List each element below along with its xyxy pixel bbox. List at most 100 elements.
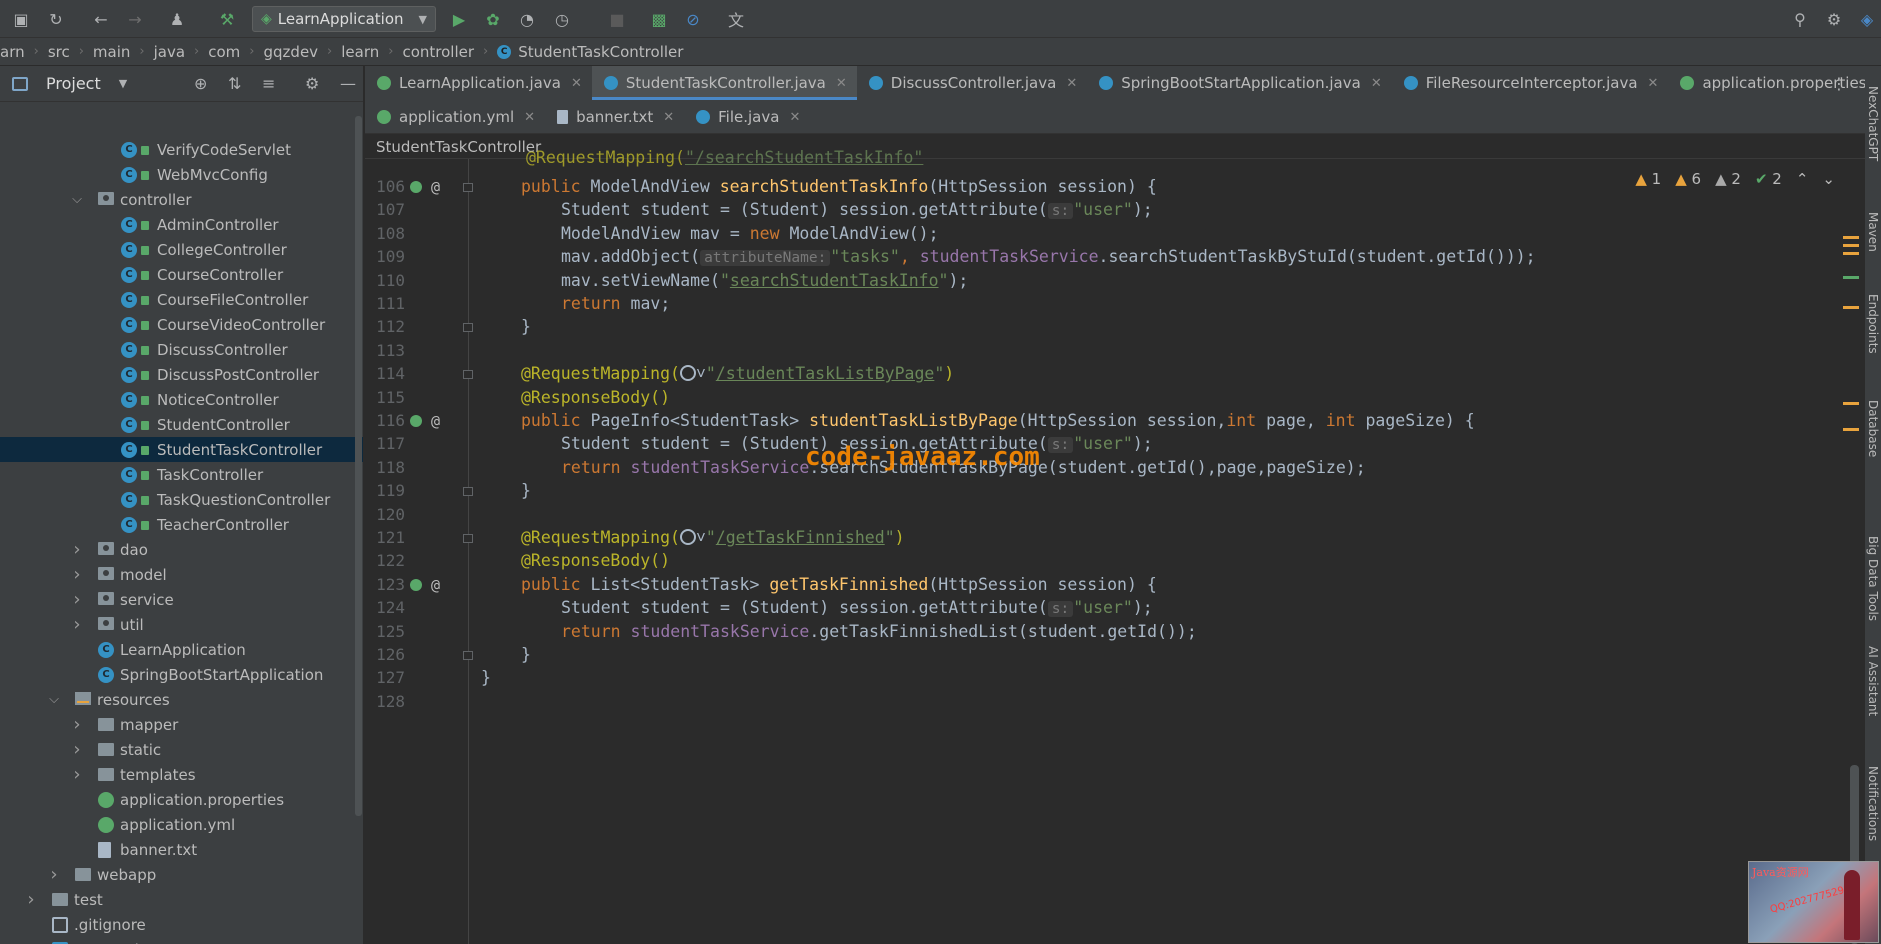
close-icon[interactable]: ✕ [1066, 76, 1077, 91]
tree-item[interactable]: .gitignore [0, 912, 363, 937]
tree-item[interactable]: › util [0, 612, 363, 637]
translate-icon[interactable]: 文 [725, 8, 747, 30]
fold-marker-icon[interactable] [463, 323, 473, 333]
chevron-right-icon[interactable]: › [24, 889, 38, 910]
chevron-right-icon[interactable]: › [47, 864, 61, 885]
editor-tab[interactable]: StudentTaskController.java ✕ [591, 66, 857, 100]
breadcrumb-item[interactable]: src [48, 43, 70, 61]
editor-tab[interactable]: File.java ✕ [684, 100, 810, 134]
user-icon[interactable]: ♟ [166, 8, 188, 30]
debug-icon[interactable]: ✿ [482, 8, 504, 30]
tree-item[interactable]: AdminController [0, 212, 363, 237]
close-icon[interactable]: ✕ [1648, 76, 1659, 91]
warning-marker[interactable] [1843, 236, 1859, 239]
chevron-right-icon[interactable]: › [70, 739, 84, 760]
warning-marker[interactable] [1843, 244, 1859, 247]
close-icon[interactable]: ✕ [524, 110, 535, 125]
plugin-icon[interactable]: ◈ [1856, 8, 1878, 30]
tree-item[interactable]: TaskQuestionController [0, 487, 363, 512]
more-tabs-icon[interactable]: ⋮ [1831, 74, 1847, 93]
code-area[interactable]: @RequestMapping("/searchStudentTaskInfo"… [365, 148, 1865, 944]
fold-marker-icon[interactable] [463, 370, 473, 380]
chevron-down-icon[interactable]: ⌵ [47, 692, 61, 707]
editor-tab[interactable]: SpringBootStartApplication.java ✕ [1087, 66, 1392, 100]
project-tree-scrollbar[interactable] [355, 116, 362, 816]
tree-item[interactable]: › dao [0, 537, 363, 562]
coverage-icon[interactable]: ◔ [516, 8, 538, 30]
fold-marker-icon[interactable] [463, 534, 473, 543]
tree-item[interactable]: StudentTaskController [0, 437, 363, 462]
tree-item[interactable]: SpringBootStartApplication [0, 662, 363, 687]
warning-marker[interactable] [1843, 252, 1859, 255]
back-icon[interactable]: ← [90, 8, 112, 30]
fold-marker-icon[interactable] [463, 183, 473, 192]
hide-icon[interactable]: — [340, 74, 356, 93]
chevron-right-icon[interactable]: › [70, 589, 84, 610]
tree-item[interactable]: DiscussPostController [0, 362, 363, 387]
editor-tab[interactable]: DiscussController.java ✕ [857, 66, 1087, 100]
tree-item[interactable]: VerifyCodeServlet [0, 137, 363, 162]
project-panel-title[interactable]: Project [46, 74, 101, 93]
build-icon[interactable]: ⚒ [216, 8, 238, 30]
warning-marker[interactable] [1843, 306, 1859, 309]
mapping-gutter-icon[interactable] [410, 181, 422, 193]
tool-window-notifications[interactable]: Notifications [1866, 766, 1880, 841]
mapping-gutter-icon[interactable] [410, 578, 422, 591]
tree-item[interactable]: StudentController [0, 412, 363, 437]
editor-tab[interactable]: FileResourceInterceptor.java ✕ [1392, 66, 1669, 100]
tree-item[interactable]: › webapp [0, 862, 363, 887]
tree-item[interactable]: › templates [0, 762, 363, 787]
breadcrumb-item[interactable]: StudentTaskController [518, 43, 683, 61]
tree-item[interactable]: application.properties [0, 787, 363, 812]
breadcrumb-item[interactable]: gqzdev [264, 43, 319, 61]
chevron-right-icon[interactable]: › [70, 764, 84, 785]
globe-icon[interactable] [679, 365, 696, 382]
fold-marker-icon[interactable] [463, 651, 473, 660]
editor-tab[interactable]: banner.txt ✕ [545, 100, 684, 134]
warning-marker[interactable] [1843, 428, 1859, 431]
tree-item[interactable]: WebMvcConfig [0, 162, 363, 187]
close-icon[interactable]: ✕ [836, 76, 847, 91]
tree-item[interactable]: NoticeController [0, 387, 363, 412]
tree-item[interactable]: MDHELP.md [0, 937, 363, 944]
editor-tab[interactable]: LearnApplication.java ✕ [365, 66, 592, 100]
close-icon[interactable]: ✕ [571, 76, 582, 91]
tool-window-big-data-tools[interactable]: Big Data Tools [1866, 536, 1880, 621]
gear-icon[interactable]: ⚙ [305, 74, 319, 93]
tree-item[interactable]: LearnApplication [0, 637, 363, 662]
editor-tab[interactable]: application.properties✕ [1668, 66, 1881, 100]
chevron-down-icon[interactable]: ⌄ [1822, 170, 1835, 188]
chevron-down-icon[interactable]: ˅ [696, 528, 706, 547]
search-icon[interactable]: ⚲ [1789, 8, 1811, 30]
breadcrumb-item[interactable]: controller [402, 43, 474, 61]
tree-item[interactable]: DiscussController [0, 337, 363, 362]
tree-item[interactable]: TaskController [0, 462, 363, 487]
tree-item[interactable]: › static [0, 737, 363, 762]
fold-marker-icon[interactable] [463, 487, 473, 497]
breadcrumb-item[interactable]: arn [0, 43, 25, 61]
close-icon[interactable]: ✕ [789, 110, 800, 125]
tree-item[interactable]: CourseFileController [0, 287, 363, 312]
run-configuration-select[interactable]: ◈ LearnApplication ▼ [252, 6, 436, 32]
breadcrumb-item[interactable]: main [93, 43, 130, 61]
tree-item[interactable]: › mapper [0, 712, 363, 737]
tree-item[interactable]: › service [0, 587, 363, 612]
monitor-icon[interactable]: ▩ [648, 8, 670, 30]
tree-item[interactable]: banner.txt [0, 837, 363, 862]
breadcrumb-item[interactable]: com [208, 43, 240, 61]
line-number[interactable]: 128 [365, 688, 405, 716]
breadcrumb-item[interactable]: java [154, 43, 185, 61]
tree-item[interactable]: ⌵ resources [0, 687, 363, 712]
chevron-right-icon[interactable]: › [70, 539, 84, 560]
tool-window-ai-assistant[interactable]: AI Assistant [1866, 646, 1880, 716]
locate-icon[interactable]: ⊕ [194, 74, 207, 93]
sync-icon[interactable]: ↻ [45, 8, 67, 30]
save-icon[interactable]: ▣ [10, 8, 32, 30]
inspection-widget[interactable]: ▲ 1 ▲ 6 ▲ 2 ✔ 2 ⌃ ⌄ [1635, 170, 1835, 188]
editor-tab[interactable]: application.yml ✕ [365, 100, 545, 134]
chevron-down-icon[interactable]: ⌵ [70, 192, 84, 207]
close-icon[interactable]: ✕ [663, 110, 674, 125]
stop-icon[interactable]: ■ [606, 8, 628, 30]
forward-icon[interactable]: → [124, 8, 146, 30]
chevron-right-icon[interactable]: › [70, 564, 84, 585]
